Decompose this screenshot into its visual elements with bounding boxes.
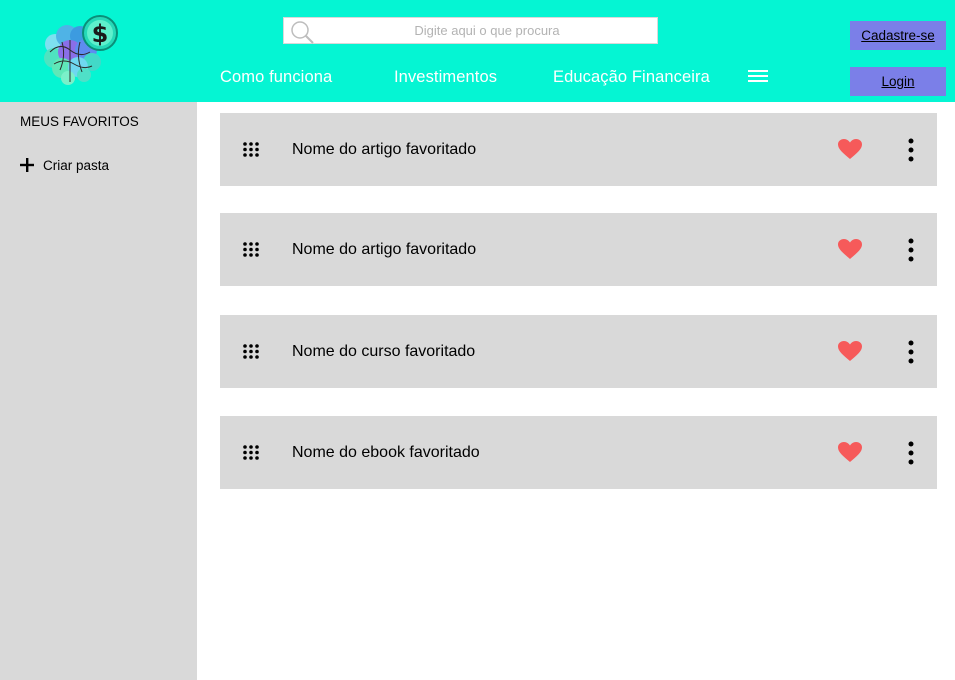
heart-icon[interactable] [837, 138, 863, 160]
plus-icon [20, 158, 34, 172]
drag-handle-icon[interactable] [242, 343, 260, 360]
drag-handle-icon[interactable] [242, 241, 260, 258]
brain-dollar-logo-icon[interactable]: $ [40, 12, 122, 88]
sidebar: MEUS FAVORITOS Criar pasta [0, 102, 197, 680]
more-options-icon[interactable] [904, 138, 918, 162]
drag-handle-icon[interactable] [242, 141, 260, 158]
nav-educacao-financeira[interactable]: Educação Financeira [553, 68, 710, 87]
svg-text:$: $ [92, 20, 109, 48]
create-folder-button[interactable]: Criar pasta [20, 154, 109, 176]
hamburger-menu-icon[interactable] [748, 68, 768, 84]
search-input[interactable] [320, 18, 654, 43]
favorite-item[interactable]: Nome do curso favoritado [220, 315, 937, 388]
favorite-title[interactable]: Nome do artigo favoritado [292, 141, 476, 159]
favorite-title[interactable]: Nome do artigo favoritado [292, 241, 476, 259]
search-bar [283, 17, 658, 44]
signup-button[interactable]: Cadastre-se [850, 21, 946, 50]
more-options-icon[interactable] [904, 238, 918, 262]
favorite-title[interactable]: Nome do ebook favoritado [292, 444, 480, 462]
heart-icon[interactable] [837, 340, 863, 362]
nav-como-funciona[interactable]: Como funciona [220, 68, 332, 87]
login-button[interactable]: Login [850, 67, 946, 96]
more-options-icon[interactable] [904, 441, 918, 465]
drag-handle-icon[interactable] [242, 444, 260, 461]
more-options-icon[interactable] [904, 340, 918, 364]
heart-icon[interactable] [837, 238, 863, 260]
sidebar-title: MEUS FAVORITOS [20, 114, 139, 129]
favorite-item[interactable]: Nome do ebook favoritado [220, 416, 937, 489]
heart-icon[interactable] [837, 441, 863, 463]
favorite-item[interactable]: Nome do artigo favoritado [220, 113, 937, 186]
top-header: $ Como funciona Investimentos Educação F… [0, 0, 955, 102]
favorite-title[interactable]: Nome do curso favoritado [292, 343, 475, 361]
favorite-item[interactable]: Nome do artigo favoritado [220, 213, 937, 286]
search-icon[interactable] [289, 19, 315, 45]
nav-investimentos[interactable]: Investimentos [394, 68, 497, 87]
create-folder-label: Criar pasta [43, 157, 110, 173]
